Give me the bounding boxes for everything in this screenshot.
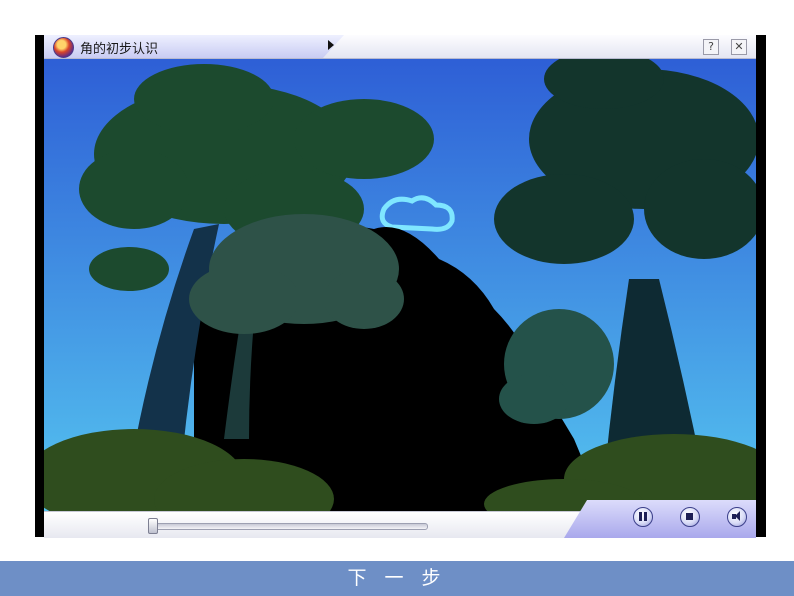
stop-icon[interactable] bbox=[680, 507, 700, 527]
app-logo-icon bbox=[53, 37, 74, 58]
window-title: 角的初步认识 bbox=[80, 42, 159, 57]
pause-icon[interactable] bbox=[633, 507, 653, 527]
play-arrow-icon[interactable] bbox=[328, 40, 334, 50]
next-step-button[interactable]: 下 一 步 bbox=[0, 561, 794, 596]
help-button[interactable]: ? bbox=[703, 39, 719, 55]
volume-icon[interactable] bbox=[727, 507, 747, 527]
small-left-canopy bbox=[89, 247, 169, 291]
seek-track[interactable] bbox=[154, 523, 428, 530]
player-controlbar bbox=[44, 500, 756, 538]
next-step-label: 下 一 步 bbox=[347, 567, 447, 589]
flash-player-window: 角的初步认识 ? ✕ bbox=[35, 35, 766, 538]
seek-thumb[interactable] bbox=[148, 518, 158, 534]
forest-illustration bbox=[44, 59, 756, 511]
animation-scene bbox=[44, 59, 756, 511]
player-titlebar: 角的初步认识 ? ✕ bbox=[44, 35, 756, 59]
control-button-panel bbox=[564, 500, 756, 538]
close-button[interactable]: ✕ bbox=[731, 39, 747, 55]
